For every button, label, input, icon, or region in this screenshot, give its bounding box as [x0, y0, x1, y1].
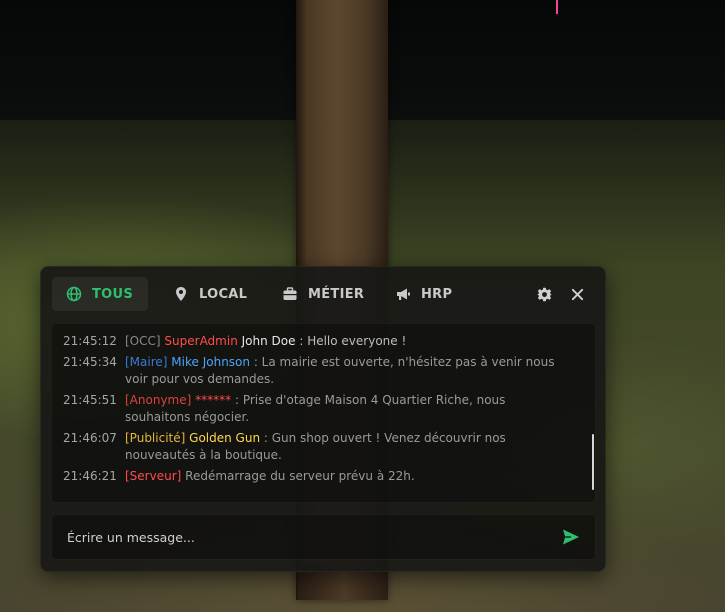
message-tag: [Publicité] — [125, 431, 186, 445]
megaphone-icon — [395, 286, 411, 302]
globe-icon — [66, 286, 82, 302]
message-time: 21:46:07 — [63, 431, 117, 445]
gear-icon — [536, 287, 552, 302]
feed-scrollbar[interactable] — [592, 434, 594, 490]
message-composer — [51, 514, 596, 560]
briefcase-icon — [282, 286, 298, 302]
settings-button[interactable] — [533, 283, 555, 305]
chat-message: 21:45:51 [Anonyme] ****** : Prise d'otag… — [63, 392, 571, 426]
tab-job-label: MÉTIER — [308, 286, 365, 302]
message-tag: [Maire] — [125, 355, 168, 369]
message-feed[interactable]: 21:45:12 [OCC] SuperAdmin John Doe : Hel… — [51, 323, 596, 503]
chat-message: 21:46:07 [Publicité] Golden Gun : Gun sh… — [63, 430, 571, 464]
close-button[interactable] — [566, 283, 588, 305]
message-body: [Anonyme] ****** : Prise d'otage Maison … — [125, 392, 571, 426]
tab-hrp-label: HRP — [421, 286, 453, 302]
message-body: [Serveur] Redémarrage du serveur prévu à… — [125, 468, 571, 485]
message-author: ****** — [195, 393, 232, 407]
tab-all[interactable]: TOUS — [52, 277, 148, 311]
message-body: [Publicité] Golden Gun : Gun shop ouvert… — [125, 430, 571, 464]
pink-marker — [556, 0, 558, 14]
chat-window: TOUS LOCAL MÉTIER HRP 21:45:12 [OCC] Sup… — [40, 266, 606, 572]
close-icon — [570, 287, 585, 302]
tab-local-label: LOCAL — [199, 286, 248, 302]
tab-job[interactable]: MÉTIER — [268, 277, 368, 311]
message-time: 21:45:51 — [63, 393, 117, 407]
chat-tab-bar: TOUS LOCAL MÉTIER HRP — [41, 267, 605, 323]
chat-message: 21:45:34 [Maire] Mike Johnson : La mairi… — [63, 354, 571, 388]
map-pin-icon — [173, 286, 189, 302]
message-tag: [Serveur] — [125, 469, 182, 483]
send-icon — [562, 528, 580, 546]
tab-all-label: TOUS — [92, 286, 134, 302]
message-author: Mike Johnson — [171, 355, 250, 369]
tab-hrp[interactable]: HRP — [381, 277, 461, 311]
message-tag: [OCC] — [125, 334, 161, 348]
message-author: SuperAdmin — [164, 334, 238, 348]
message-time: 21:46:21 — [63, 469, 117, 483]
send-button[interactable] — [560, 526, 582, 548]
message-input[interactable] — [52, 515, 542, 559]
chat-message: 21:46:21 [Serveur] Redémarrage du serveu… — [63, 468, 571, 485]
message-text: Redémarrage du serveur prévu à 22h. — [181, 469, 415, 483]
message-time: 21:45:34 — [63, 355, 117, 369]
chat-message: 21:45:12 [OCC] SuperAdmin John Doe : Hel… — [63, 333, 571, 350]
message-list: 21:45:12 [OCC] SuperAdmin John Doe : Hel… — [63, 333, 571, 489]
message-author: Golden Gun — [189, 431, 261, 445]
message-name: John Doe — [241, 334, 296, 348]
message-tag: [Anonyme] — [125, 393, 192, 407]
message-body: [OCC] SuperAdmin John Doe : Hello everyo… — [125, 333, 571, 350]
message-text: : Hello everyone ! — [295, 334, 407, 348]
message-body: [Maire] Mike Johnson : La mairie est ouv… — [125, 354, 571, 388]
message-time: 21:45:12 — [63, 334, 117, 348]
tab-local[interactable]: LOCAL — [159, 277, 251, 311]
